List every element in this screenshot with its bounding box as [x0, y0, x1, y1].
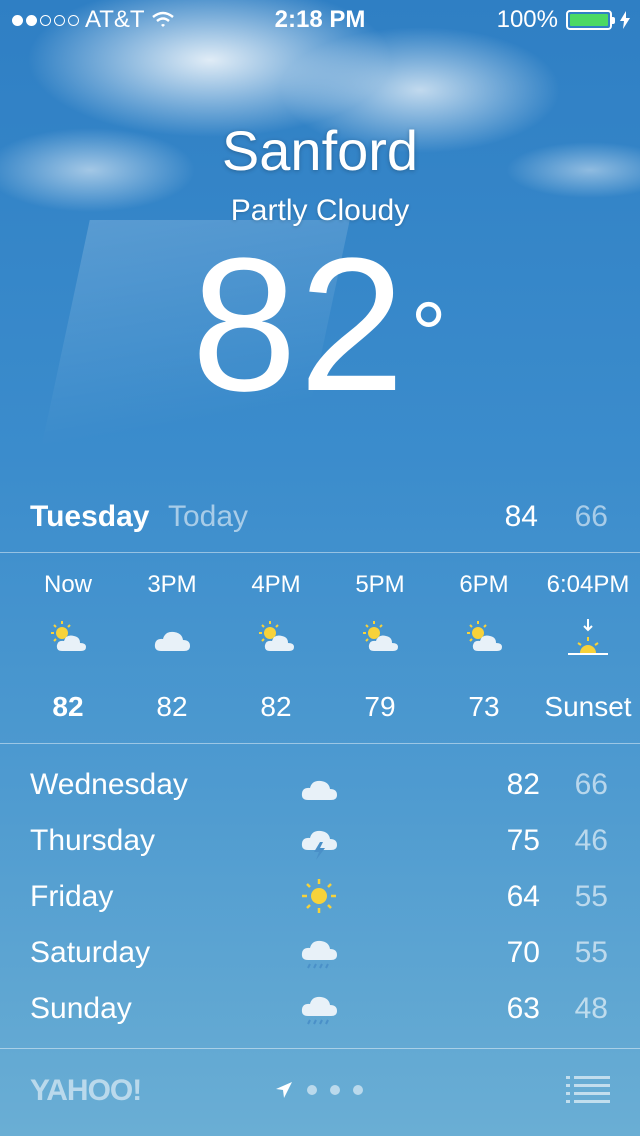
- day-name: Sunday: [30, 992, 132, 1025]
- hour-temperature: 82: [156, 691, 188, 722]
- charging-bolt-icon: [620, 11, 630, 29]
- day-name: Friday: [30, 880, 114, 913]
- hour-temperature: 79: [364, 691, 396, 722]
- today-high: 84: [504, 500, 538, 533]
- daily-forecast-row: Friday 64 55: [0, 866, 640, 922]
- day-name: Thursday: [30, 824, 156, 857]
- divider: [0, 743, 640, 744]
- day-low: 55: [574, 936, 608, 969]
- cloud-icon: [154, 631, 190, 651]
- today-low: 66: [574, 500, 608, 533]
- sun-icon: [302, 879, 336, 913]
- thunderstorm-icon: [301, 830, 337, 860]
- day-low: 66: [574, 768, 608, 801]
- daily-forecast-row: Saturday 70 55: [0, 922, 640, 978]
- hourly-forecast[interactable]: Now 82 3PM 82 4PM 82 5PM 79 6PM 73 6:04P…: [0, 555, 640, 743]
- partly-cloudy-icon: [467, 621, 502, 651]
- hour-label: 3PM: [147, 571, 197, 598]
- rain-icon: [301, 996, 337, 1025]
- footer-toolbar: YAHOO!: [0, 1050, 640, 1136]
- battery-percentage: 100%: [496, 6, 558, 33]
- page-indicator[interactable]: [274, 1080, 363, 1100]
- today-summary-row: Tuesday Today 84 66: [0, 490, 640, 550]
- rain-icon: [301, 940, 337, 969]
- degree-symbol: °: [410, 285, 449, 385]
- daily-forecast-row: Wednesday 82 66: [0, 754, 640, 810]
- hour-temperature: 73: [468, 691, 500, 722]
- today-day-name: Tuesday: [30, 500, 150, 533]
- divider: [0, 1048, 640, 1049]
- day-low: 48: [574, 992, 608, 1025]
- partly-cloudy-icon: [259, 621, 294, 651]
- day-high: 82: [506, 768, 540, 801]
- sunset-label: Sunset: [544, 691, 632, 722]
- day-low: 55: [574, 880, 608, 913]
- battery-icon: [566, 10, 615, 30]
- yahoo-logo[interactable]: YAHOO!: [30, 1074, 142, 1108]
- day-low: 46: [574, 824, 608, 857]
- day-high: 64: [506, 880, 540, 913]
- status-right: 100%: [497, 0, 630, 40]
- hour-label: 4PM: [251, 571, 301, 598]
- current-temperature: 82°: [0, 230, 640, 420]
- hour-label: 6PM: [459, 571, 509, 598]
- hour-temperature: 82: [260, 691, 292, 722]
- day-name: Wednesday: [30, 768, 188, 801]
- partly-cloudy-icon: [363, 621, 398, 651]
- status-bar: AT&T 2:18 PM 100%: [0, 0, 640, 40]
- partly-cloudy-icon: [51, 621, 86, 651]
- today-label: Today: [168, 500, 249, 533]
- city-name: Sanford: [221, 119, 419, 182]
- hour-temperature: 82: [52, 691, 84, 722]
- hour-label: 5PM: [355, 571, 405, 598]
- divider: [0, 552, 640, 553]
- day-high: 70: [506, 936, 540, 969]
- daily-forecast-row: Sunday 63 48: [0, 978, 640, 1034]
- page-dot: [330, 1085, 340, 1095]
- cloud-icon: [301, 780, 337, 800]
- daily-forecast-row: Thursday 75 46: [0, 810, 640, 866]
- hour-label: Now: [43, 571, 92, 598]
- day-name: Saturday: [30, 936, 151, 969]
- location-arrow-icon: [276, 1082, 292, 1098]
- city-list-icon[interactable]: [566, 1076, 610, 1104]
- hour-label: 6:04PM: [546, 571, 630, 598]
- day-high: 75: [506, 824, 540, 857]
- page-dot: [353, 1085, 363, 1095]
- day-high: 63: [506, 992, 540, 1025]
- page-dot: [307, 1085, 317, 1095]
- temperature-value: 82: [191, 219, 407, 431]
- sunset-icon: [568, 619, 608, 655]
